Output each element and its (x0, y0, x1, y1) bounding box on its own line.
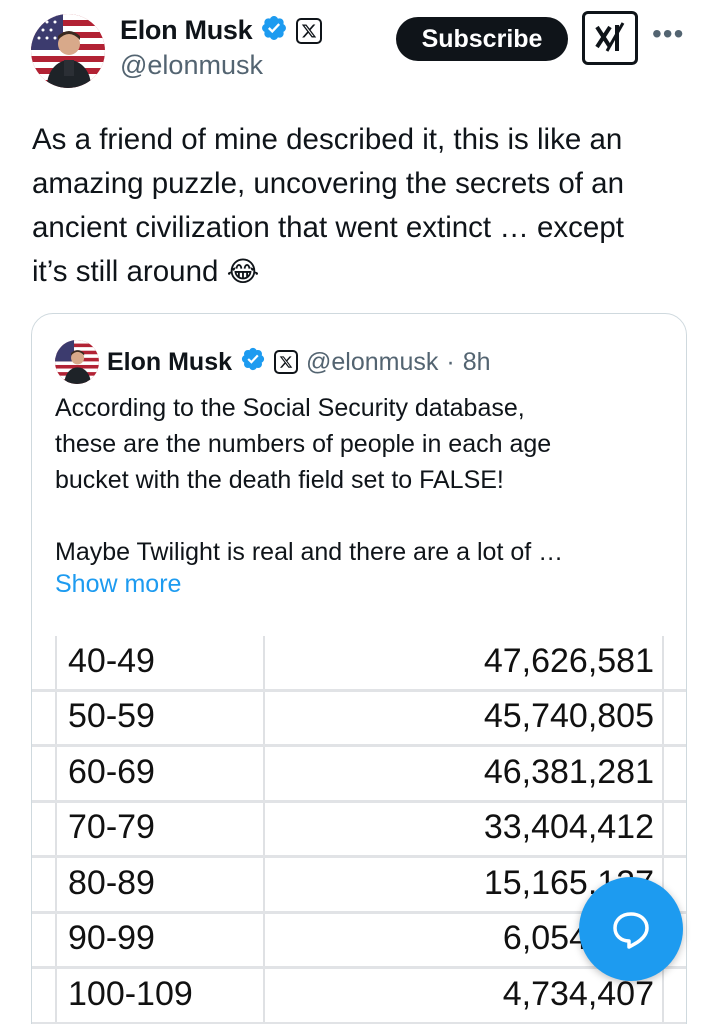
table-row: 70-79 33,404,412 (32, 803, 686, 858)
subscribe-button[interactable]: Subscribe (396, 17, 568, 61)
post-text-line-last: it’s still around 😂 (32, 250, 702, 294)
quoted-author-name: Elon Musk (107, 347, 233, 376)
table-row: 60-69 46,381,281 (32, 747, 686, 803)
separator-dot: · (446, 347, 455, 376)
avatar-image (31, 14, 105, 88)
post-text-line: amazing puzzle, uncovering the secrets o… (32, 167, 624, 200)
age-bucket-cell: 70-79 (68, 808, 155, 846)
quoted-post-text: According to the Social Security databas… (55, 390, 655, 570)
count-cell: 6,054 (502, 919, 588, 957)
quoted-text-line: these are the numbers of people in each … (55, 430, 552, 458)
age-bucket-cell: 100-109 (68, 974, 193, 1013)
author-name[interactable]: Elon Musk (120, 15, 253, 46)
age-bucket-cell: 40-49 (68, 641, 155, 680)
quoted-text-line: bucket with the death field set to FALSE… (55, 466, 504, 494)
post-text-line: ancient civilization that went extinct …… (32, 211, 624, 244)
post-text-line: As a friend of mine described it, this i… (32, 123, 623, 156)
more-horizontal-icon[interactable]: ••• (652, 20, 684, 48)
age-bucket-cell: 50-59 (68, 697, 155, 735)
post-text-line: it’s still around (32, 255, 219, 288)
quoted-text-line: According to the Social Security databas… (55, 394, 525, 422)
age-bucket-table-image[interactable]: 40-49 47,626,581 50-59 45,740,805 60-69 … (32, 636, 686, 1024)
grok-icon[interactable] (582, 11, 638, 65)
count-cell: 45,740,805 (483, 697, 654, 735)
laughing-emoji-icon: 😂 (226, 256, 260, 287)
table-row: 100-109 4,734,407 (32, 969, 686, 1024)
show-more-link[interactable]: Show more (55, 570, 181, 599)
table-row: 50-59 45,740,805 (32, 692, 686, 747)
quoted-text-line: Maybe Twilight is real and there are a l… (55, 538, 564, 566)
author-handle[interactable]: @elonmusk (120, 50, 263, 81)
author-avatar[interactable] (31, 14, 105, 88)
chat-fab-button[interactable] (579, 877, 683, 981)
count-cell: 46,381,281 (483, 752, 654, 791)
quoted-post-header: Elon Musk @elonmusk · 8h (55, 340, 491, 384)
age-bucket-cell: 90-99 (68, 919, 155, 957)
avatar-image (55, 340, 99, 384)
post-text: As a friend of mine described it, this i… (32, 118, 702, 294)
quoted-author-handle: @elonmusk (306, 347, 439, 376)
x-logo-icon (296, 17, 323, 44)
quoted-post-time: 8h (462, 347, 491, 376)
x-logo-icon (274, 350, 299, 374)
table-row: 40-49 47,626,581 (32, 636, 686, 692)
verified-badge-icon (240, 346, 266, 379)
chat-bubble-icon (613, 912, 649, 949)
verified-badge-icon (260, 14, 288, 47)
age-bucket-cell: 80-89 (68, 863, 155, 902)
age-bucket-cell: 60-69 (68, 752, 155, 791)
quoted-author-avatar (55, 340, 99, 384)
count-cell: 33,404,412 (483, 808, 654, 846)
count-cell: 47,626,581 (483, 641, 654, 680)
